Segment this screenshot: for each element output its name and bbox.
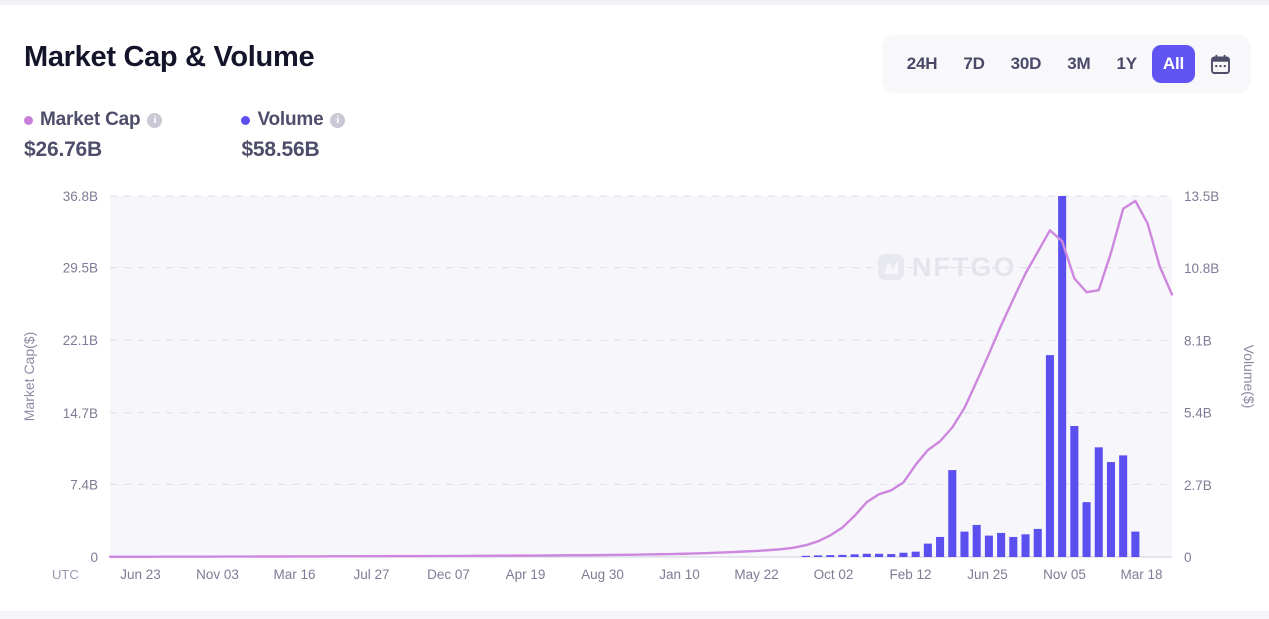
- volume-bar: [1034, 529, 1042, 557]
- volume-bar: [802, 556, 810, 557]
- volume-legend-dot: [241, 116, 250, 125]
- range-button-3m[interactable]: 3M: [1056, 45, 1101, 83]
- svg-text:2.7B: 2.7B: [1184, 478, 1212, 493]
- svg-text:Feb 12: Feb 12: [889, 567, 931, 582]
- range-button-30d[interactable]: 30D: [1000, 45, 1053, 83]
- plot-background: [110, 196, 1172, 557]
- svg-text:36.8B: 36.8B: [63, 189, 98, 204]
- volume-bar: [936, 537, 944, 557]
- volume-bar: [1070, 426, 1078, 557]
- volume-bar: [1046, 355, 1054, 557]
- market-cap-volume-chart-card: Market Cap & Volume 24H 7D 30D 3M 1Y All: [0, 0, 1269, 619]
- volume-bar: [814, 555, 822, 557]
- chart-plot-container[interactable]: NFTGO 0 7.4B 14.7B 22.1B 29.5B 36.8B 0 2.7B 5.4…: [0, 170, 1269, 600]
- svg-text:NFTGO: NFTGO: [912, 252, 1017, 282]
- market-cap-info-icon[interactable]: i: [147, 113, 162, 128]
- y-axis-right-ticks: 0 2.7B 5.4B 8.1B 10.8B 13.5B: [1184, 189, 1219, 565]
- volume-bar: [1107, 462, 1115, 557]
- chart-legend: Market Cap i $26.76B Volume i $58.56B: [24, 108, 345, 162]
- volume-bar: [1095, 447, 1103, 557]
- svg-text:May 22: May 22: [734, 567, 778, 582]
- volume-bar: [875, 554, 883, 557]
- legend-market-cap: Market Cap i $26.76B: [24, 108, 162, 162]
- calendar-icon: [1210, 54, 1231, 75]
- volume-bar: [985, 536, 993, 557]
- market-cap-legend-label: Market Cap: [40, 109, 140, 131]
- svg-text:Jul 27: Jul 27: [353, 567, 389, 582]
- svg-text:Mar 16: Mar 16: [273, 567, 315, 582]
- svg-text:0: 0: [90, 550, 98, 565]
- volume-bar: [997, 533, 1005, 557]
- volume-bar: [887, 554, 895, 557]
- svg-text:10.8B: 10.8B: [1184, 261, 1219, 276]
- volume-bar: [1131, 532, 1139, 557]
- volume-bar: [1021, 534, 1029, 557]
- legend-volume: Volume i $58.56B: [241, 108, 345, 162]
- market-cap-legend-dot: [24, 116, 33, 125]
- volume-value: $58.56B: [241, 138, 345, 162]
- market-cap-value: $26.76B: [24, 138, 162, 162]
- svg-text:Oct 02: Oct 02: [814, 567, 854, 582]
- volume-bar: [863, 554, 871, 557]
- svg-text:Jan 10: Jan 10: [659, 567, 700, 582]
- svg-text:5.4B: 5.4B: [1184, 406, 1212, 421]
- svg-text:Jun 25: Jun 25: [967, 567, 1008, 582]
- volume-info-icon[interactable]: i: [330, 113, 345, 128]
- svg-text:13.5B: 13.5B: [1184, 189, 1219, 204]
- volume-bar: [960, 532, 968, 557]
- svg-text:Dec 07: Dec 07: [427, 567, 470, 582]
- volume-bar: [851, 554, 859, 557]
- svg-text:Nov 05: Nov 05: [1043, 567, 1086, 582]
- volume-bar: [1119, 455, 1127, 557]
- volume-bar: [924, 544, 932, 557]
- y-axis-right-title: Volume($): [1241, 345, 1257, 409]
- volume-bar: [912, 552, 920, 557]
- svg-text:22.1B: 22.1B: [63, 333, 98, 348]
- svg-text:29.5B: 29.5B: [63, 261, 98, 276]
- nftgo-watermark: NFTGO: [878, 252, 1017, 282]
- svg-text:Jun 23: Jun 23: [120, 567, 161, 582]
- range-button-7d[interactable]: 7D: [952, 45, 995, 83]
- time-range-selector[interactable]: 24H 7D 30D 3M 1Y All: [882, 35, 1251, 93]
- calendar-button[interactable]: [1203, 45, 1237, 83]
- y-axis-left-ticks: 0 7.4B 14.7B 22.1B 29.5B 36.8B: [63, 189, 98, 565]
- volume-bar: [838, 555, 846, 557]
- range-button-all[interactable]: All: [1152, 45, 1195, 83]
- x-axis-ticks: Jun 23 Nov 03 Mar 16 Jul 27 Dec 07 Apr 19 Aug …: [120, 567, 1162, 582]
- page-title: Market Cap & Volume: [24, 43, 314, 72]
- svg-text:Mar 18: Mar 18: [1120, 567, 1162, 582]
- svg-text:Aug 30: Aug 30: [581, 567, 624, 582]
- svg-text:Nov 03: Nov 03: [196, 567, 239, 582]
- chart-svg[interactable]: NFTGO 0 7.4B 14.7B 22.1B 29.5B 36.8B 0 2.7B 5.4…: [0, 170, 1269, 600]
- svg-text:8.1B: 8.1B: [1184, 333, 1212, 348]
- volume-bar: [1083, 502, 1091, 557]
- volume-bar: [948, 470, 956, 557]
- card-header: Market Cap & Volume 24H 7D 30D 3M 1Y All: [0, 5, 1269, 100]
- volume-bar: [973, 525, 981, 557]
- bottom-divider: [0, 611, 1269, 619]
- range-button-1y[interactable]: 1Y: [1105, 45, 1147, 83]
- y-axis-left-title: Market Cap($): [21, 332, 37, 421]
- timezone-label: UTC: [52, 567, 79, 582]
- svg-text:Apr 19: Apr 19: [506, 567, 546, 582]
- svg-text:0: 0: [1184, 550, 1192, 565]
- range-button-24h[interactable]: 24H: [896, 45, 949, 83]
- volume-bar: [826, 555, 834, 557]
- svg-text:14.7B: 14.7B: [63, 406, 98, 421]
- svg-text:7.4B: 7.4B: [70, 477, 98, 492]
- volume-bar: [899, 553, 907, 557]
- volume-bar: [1009, 537, 1017, 557]
- volume-legend-label: Volume: [257, 109, 323, 131]
